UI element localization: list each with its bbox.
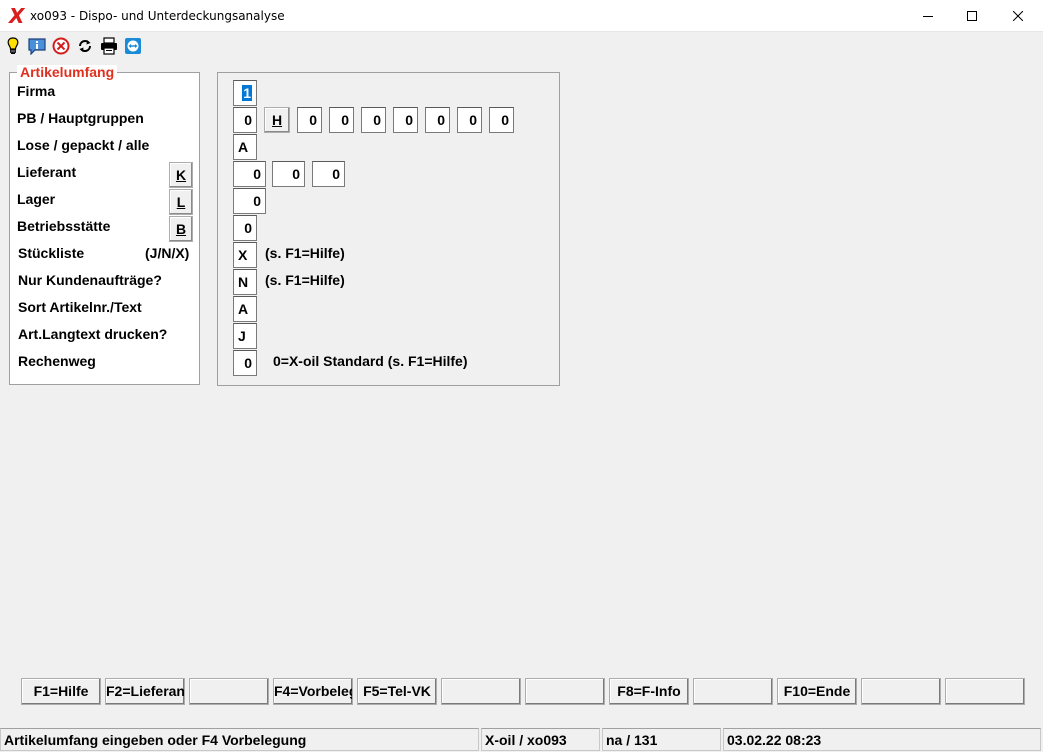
status-datetime: 03.02.22 08:23 xyxy=(723,728,1041,751)
f12-button[interactable] xyxy=(945,678,1025,705)
label-firma: Firma xyxy=(17,83,56,99)
minimize-icon xyxy=(923,16,933,17)
app-logo-icon: X xyxy=(9,4,25,28)
lieferant-field-2[interactable]: 0 xyxy=(272,161,305,187)
status-message: Artikelumfang eingeben oder F4 Vorbelegu… xyxy=(0,728,479,751)
toolbar xyxy=(0,32,1043,60)
window-title: xo093 - Dispo- und Unterdeckungsanalyse xyxy=(30,9,285,23)
function-key-bar: F1=Hilfe F2=Lieferant F4=Vorbelegung F5=… xyxy=(0,678,1043,706)
lieferant-field-3[interactable]: 0 xyxy=(312,161,345,187)
hauptgruppe-field-1[interactable]: 0 xyxy=(297,107,322,133)
cancel-icon[interactable] xyxy=(52,37,70,55)
label-stueckliste: Stückliste xyxy=(18,245,85,261)
label-betriebsstaette: Betriebsstätte xyxy=(17,218,111,234)
sort-field[interactable]: A xyxy=(233,296,257,322)
stueckliste-help-text: (s. F1=Hilfe) xyxy=(265,245,345,261)
label-lager: Lager xyxy=(17,191,56,207)
hauptgruppe-field-2[interactable]: 0 xyxy=(329,107,354,133)
lightbulb-icon[interactable] xyxy=(4,37,22,55)
langtext-field[interactable]: J xyxy=(233,323,257,349)
teamviewer-icon[interactable] xyxy=(124,37,142,55)
f9-button[interactable] xyxy=(693,678,773,705)
refresh-icon[interactable] xyxy=(76,37,94,55)
f5-tel-vk-button[interactable]: F5=Tel-VK xyxy=(357,678,437,705)
f3-button[interactable] xyxy=(189,678,269,705)
printer-icon[interactable] xyxy=(100,37,118,55)
lieferant-lookup-button[interactable]: K xyxy=(169,162,193,188)
rechenweg-help-text: 0=X-oil Standard (s. F1=Hilfe) xyxy=(273,353,468,369)
hauptgruppe-field-7[interactable]: 0 xyxy=(489,107,514,133)
label-stueckliste-hint: (J/N/X) xyxy=(145,245,190,261)
f4-vorbelegung-button[interactable]: F4=Vorbelegung xyxy=(273,678,353,705)
status-bar: Artikelumfang eingeben oder F4 Vorbelegu… xyxy=(0,728,1043,752)
label-lose: Lose / gepackt / alle xyxy=(17,137,150,153)
f11-button[interactable] xyxy=(861,678,941,705)
label-rechenweg: Rechenweg xyxy=(18,353,96,369)
label-lieferant: Lieferant xyxy=(17,164,77,180)
group-legend: Artikelumfang xyxy=(17,65,118,80)
f10-ende-button[interactable]: F10=Ende xyxy=(777,678,857,705)
title-bar: X xo093 - Dispo- und Unterdeckungsanalys… xyxy=(0,0,1043,32)
f7-button[interactable] xyxy=(525,678,605,705)
hauptgruppe-field-3[interactable]: 0 xyxy=(361,107,386,133)
label-sort: Sort Artikelnr./Text xyxy=(18,299,142,315)
close-icon xyxy=(1013,11,1023,21)
info-icon[interactable] xyxy=(28,37,46,55)
maximize-icon xyxy=(967,11,977,21)
label-pb-hauptgruppen: PB / Hauptgruppen xyxy=(17,110,144,126)
f8-f-info-button[interactable]: F8=F-Info xyxy=(609,678,689,705)
kundenauftraege-field[interactable]: N xyxy=(233,269,257,295)
f2-lieferant-button[interactable]: F2=Lieferant xyxy=(105,678,185,705)
hauptgruppe-field-5[interactable]: 0 xyxy=(425,107,450,133)
lager-field[interactable]: 0 xyxy=(233,188,266,214)
pb-field[interactable]: 0 xyxy=(233,107,257,133)
firma-field[interactable]: 1 xyxy=(233,80,257,106)
lose-field[interactable]: A xyxy=(233,134,257,160)
rechenweg-field[interactable]: 0 xyxy=(233,350,257,376)
betriebsstaette-lookup-button[interactable]: B xyxy=(169,216,193,242)
label-kundenauftraege: Nur Kundenaufträge? xyxy=(18,272,162,288)
artikelumfang-group: Artikelumfang Firma PB / Hauptgruppen Lo… xyxy=(9,65,200,385)
f6-button[interactable] xyxy=(441,678,521,705)
status-user: na / 131 xyxy=(602,728,721,751)
label-langtext: Art.Langtext drucken? xyxy=(18,326,168,342)
kundenauftraege-help-text: (s. F1=Hilfe) xyxy=(265,272,345,288)
betriebsstaette-field[interactable]: 0 xyxy=(233,215,257,241)
stueckliste-field[interactable]: X xyxy=(233,242,257,268)
hauptgruppe-field-4[interactable]: 0 xyxy=(393,107,418,133)
maximize-button[interactable] xyxy=(949,0,995,32)
hauptgruppe-field-6[interactable]: 0 xyxy=(457,107,482,133)
close-button[interactable] xyxy=(995,0,1041,32)
minimize-button[interactable] xyxy=(905,0,951,32)
status-app: X-oil / xo093 xyxy=(481,728,600,751)
f1-help-button[interactable]: F1=Hilfe xyxy=(21,678,101,705)
lieferant-field-1[interactable]: 0 xyxy=(233,161,266,187)
hauptgruppen-button[interactable]: H xyxy=(264,107,290,133)
lager-lookup-button[interactable]: L xyxy=(169,189,193,215)
